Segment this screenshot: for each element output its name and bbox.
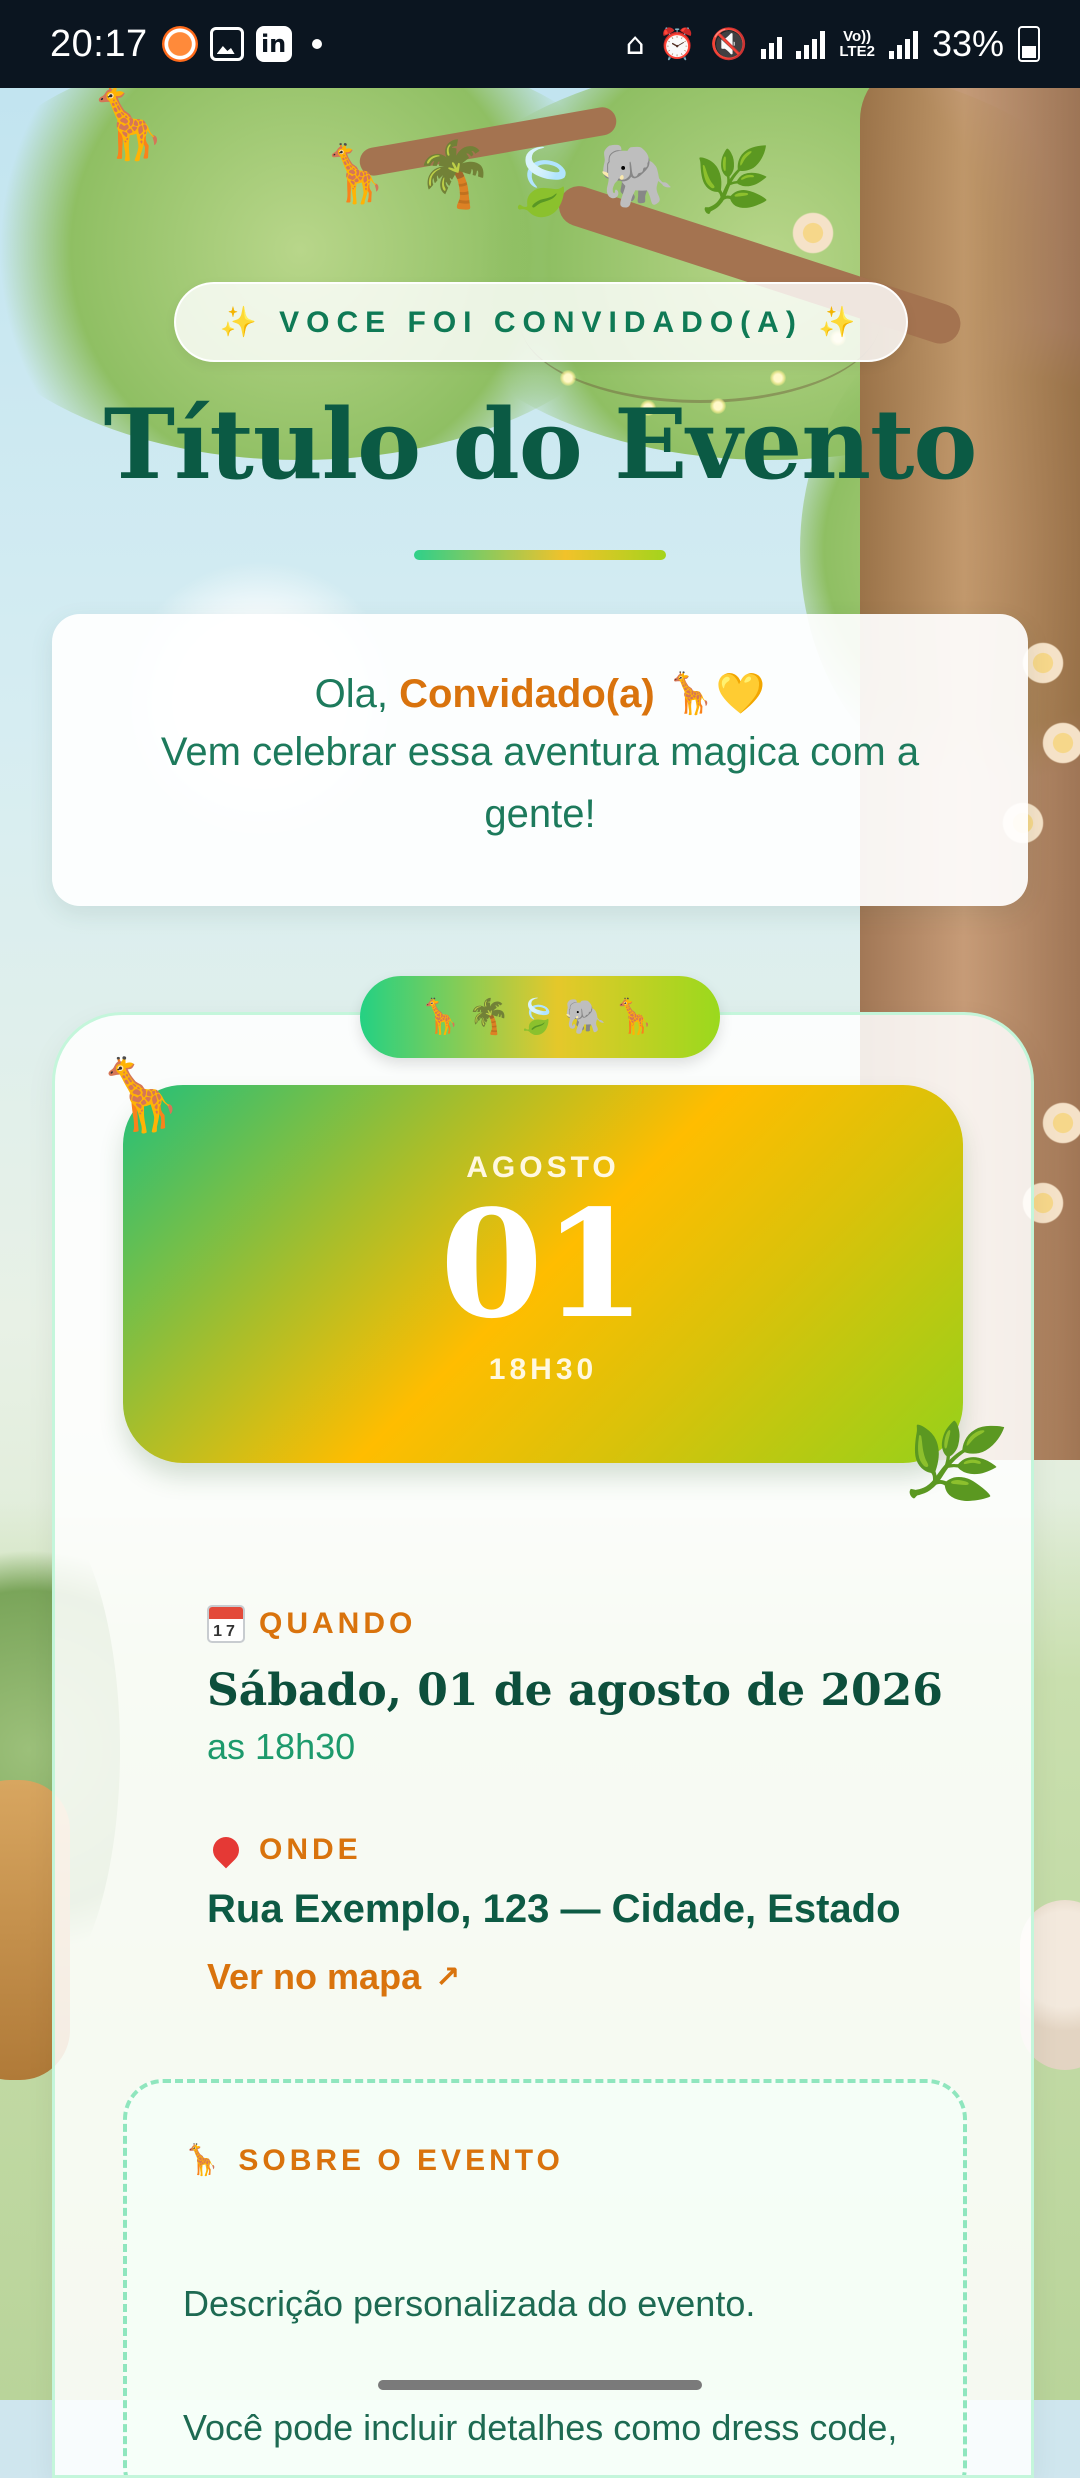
calendar-icon: [207, 1605, 245, 1643]
greeting-prefix: Ola,: [314, 672, 388, 716]
when-label: QUANDO: [259, 1607, 417, 1640]
linkedin-icon: in: [255, 26, 292, 62]
location-pin-icon: [207, 1831, 245, 1869]
emoji-strip: 🦒🌴🍃🐘🦒: [360, 976, 720, 1058]
status-time: 20:17: [50, 22, 148, 65]
giraffe-icon: 🦒: [183, 2144, 225, 2177]
greeting-card: Ola, Convidado(a) 🦒💛 Vem celebrar essa a…: [52, 614, 1028, 906]
more-notifications-icon: [311, 39, 322, 49]
about-paragraph: Descrição personalizada do evento.: [183, 2283, 756, 2324]
leaf-icon: 🌿: [894, 1407, 1011, 1516]
giraffe-icon: 🦒: [92, 1050, 190, 1140]
when-section: QUANDO Sábado, 01 de agosto de 2026 as 1…: [207, 1605, 943, 1768]
wifi-icon: [761, 29, 783, 59]
view-map-link[interactable]: Ver no mapa ↗: [207, 1956, 460, 1998]
home-indicator[interactable]: [378, 2380, 702, 2390]
where-section: ONDE Rua Exemplo, 123 — Cidade, Estado V…: [207, 1831, 901, 1998]
battery-saver-icon: ⌂: [625, 26, 645, 62]
signal-icon-2: [888, 29, 918, 59]
title-divider: [414, 550, 666, 560]
invite-badge: ✨ VOCE FOI CONVIDADO(A) ✨: [174, 282, 908, 362]
about-description: Descrição personalizada do evento. Você …: [183, 2273, 903, 2475]
battery-percentage: 33%: [931, 23, 1004, 64]
where-label: ONDE: [259, 1833, 362, 1866]
event-details-card: AGOSTO 01 18H30 🌿 QUANDO Sábado, 01 de a…: [52, 1012, 1034, 2478]
status-bar: 20:17 in ⌂ ⏰ 🔇 Vo)) LTE2 33%: [0, 0, 1080, 88]
about-paragraph: Você pode incluir detalhes como dress co…: [183, 2407, 898, 2475]
greeting-line: Ola, Convidado(a) 🦒💛: [52, 670, 1028, 717]
view-map-label: Ver no mapa: [207, 1956, 422, 1997]
date-day: 01: [440, 1177, 646, 1351]
battery-icon: [1018, 26, 1040, 62]
app-notification-icon: [161, 26, 198, 62]
signal-icon: [796, 29, 826, 59]
about-label: SOBRE O EVENTO: [238, 2143, 564, 2177]
event-title: Título do Evento: [103, 388, 978, 501]
invitation-page: ✨ VOCE FOI CONVIDADO(A) ✨ Título do Even…: [0, 88, 1080, 2478]
invite-badge-label: ✨ VOCE FOI CONVIDADO(A) ✨: [219, 305, 863, 339]
guest-name: Convidado(a): [399, 672, 655, 716]
date-time: 18H30: [488, 1353, 598, 1386]
gallery-icon: [209, 27, 244, 61]
date-card: AGOSTO 01 18H30: [123, 1085, 963, 1463]
mute-icon: 🔇: [710, 26, 748, 62]
event-address: Rua Exemplo, 123 — Cidade, Estado: [207, 1887, 901, 1931]
volte-icon: Vo)) LTE2: [839, 28, 875, 60]
greeting-message: Vem celebrar essa aventura magica com a …: [160, 730, 920, 836]
about-section: 🦒 SOBRE O EVENTO Descrição personalizada…: [123, 2079, 967, 2475]
external-link-icon: ↗: [435, 1959, 461, 1995]
event-time: as 18h30: [207, 1726, 356, 1767]
greeting-emoji: 🦒💛: [665, 672, 766, 716]
alarm-icon: ⏰: [658, 26, 697, 62]
event-date: Sábado, 01 de agosto de 2026: [207, 1665, 943, 1716]
